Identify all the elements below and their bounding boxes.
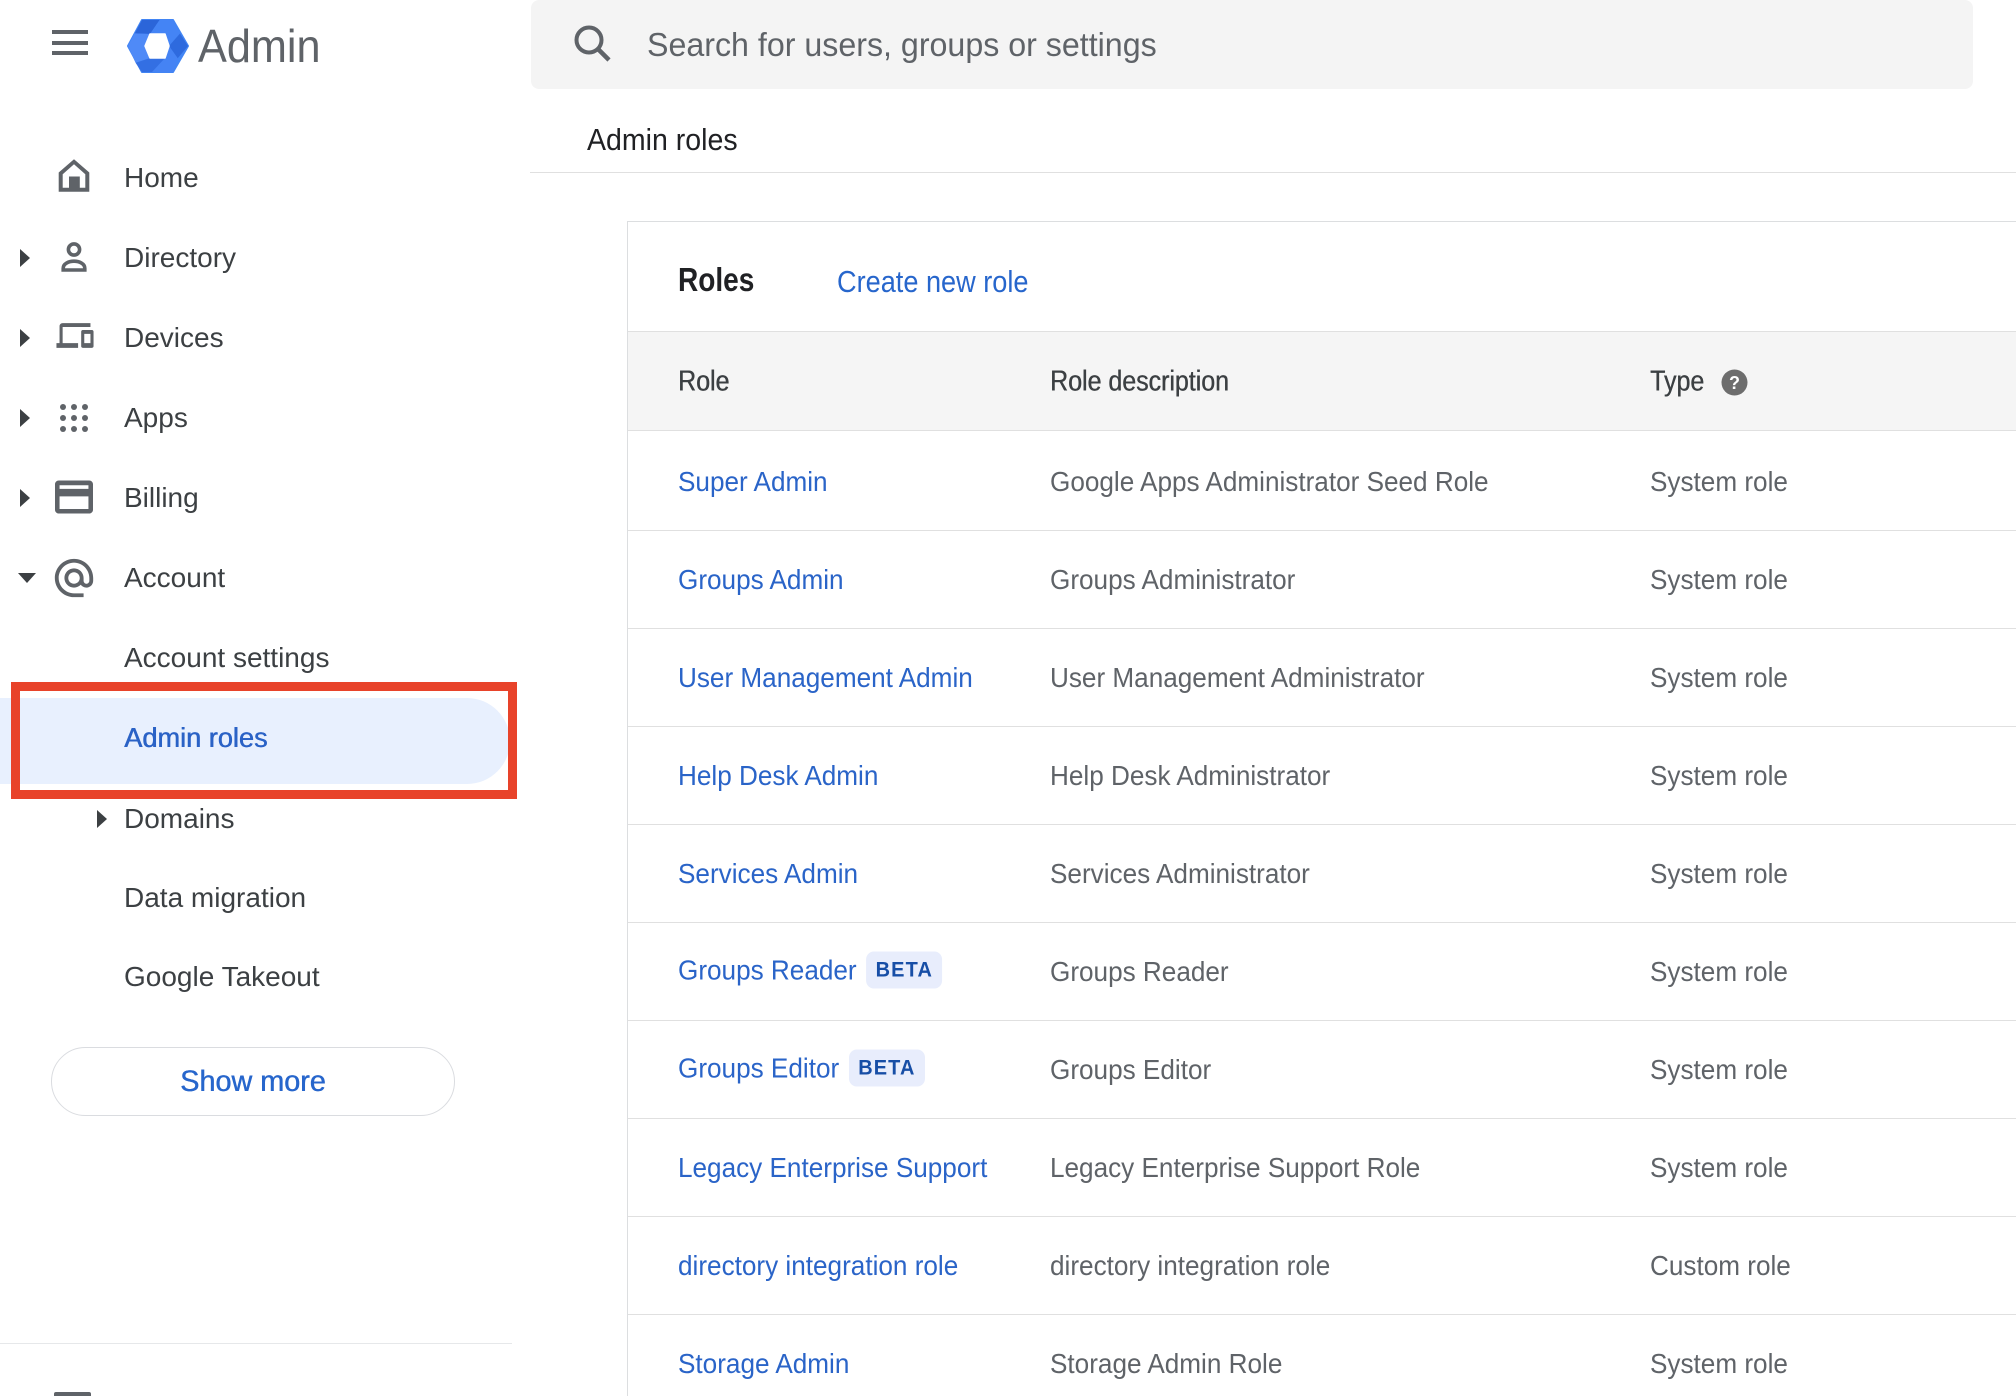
svg-text:?: ? bbox=[1729, 373, 1740, 393]
